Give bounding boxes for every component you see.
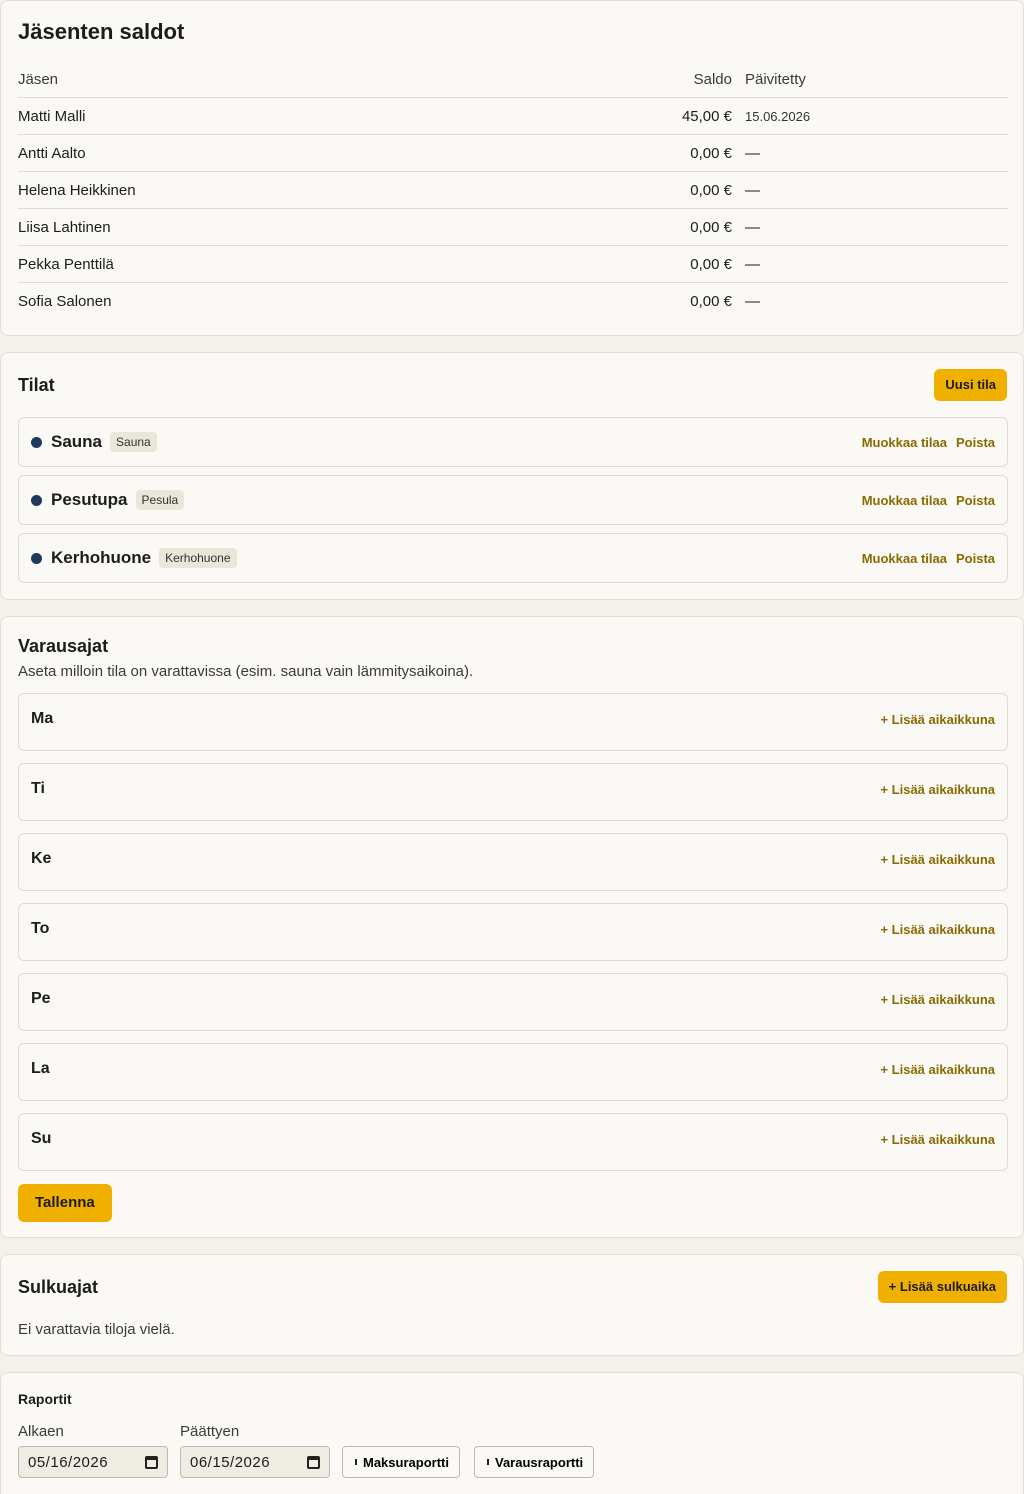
- column-header-updated: Päivitetty: [745, 70, 806, 88]
- space-color-dot: [31, 494, 42, 506]
- day-label: Ke: [31, 850, 52, 867]
- member-balance: 45,00 €: [681, 107, 732, 125]
- member-balances-card: Jäsenten saldot Jäsen Saldo Päivitetty M…: [0, 0, 1024, 336]
- member-balance: 0,00 €: [690, 181, 732, 199]
- report-icon: [355, 1459, 357, 1465]
- space-type-badge: Pesula: [135, 490, 185, 510]
- table-row: Pekka Penttilä 0,00 € —: [18, 246, 1008, 283]
- add-time-window-link[interactable]: + Lisää aikaikkuna: [880, 992, 995, 1007]
- day-row-la: La + Lisää aikaikkuna: [18, 1043, 1008, 1101]
- member-updated: —: [745, 144, 760, 162]
- new-space-button[interactable]: Uusi tila: [934, 369, 1007, 401]
- space-item-sauna: Sauna Sauna Muokkaa tilaa Poista: [18, 417, 1008, 467]
- end-date-input[interactable]: 06/15/2026: [180, 1446, 330, 1478]
- start-date-input[interactable]: 05/16/2026: [18, 1446, 168, 1478]
- delete-space-link[interactable]: Poista: [956, 493, 995, 508]
- member-balance: 0,00 €: [690, 293, 732, 310]
- space-color-dot: [31, 552, 42, 564]
- column-header-balance: Saldo: [693, 70, 732, 88]
- booking-times-description: Aseta milloin tila on varattavissa (esim…: [18, 663, 474, 680]
- payment-report-label: Maksuraportti: [363, 1454, 449, 1470]
- booking-times-card: Varausajat Aseta milloin tila on varatta…: [0, 616, 1024, 1238]
- reports-title: Raportit: [18, 1391, 72, 1407]
- member-updated: —: [745, 255, 760, 273]
- calendar-icon[interactable]: [145, 1455, 158, 1469]
- member-balance: 0,00 €: [690, 255, 732, 273]
- add-time-window-link[interactable]: + Lisää aikaikkuna: [880, 712, 995, 727]
- day-row-su: Su + Lisää aikaikkuna: [18, 1113, 1008, 1171]
- add-time-window-link[interactable]: + Lisää aikaikkuna: [880, 852, 995, 867]
- report-icon: [487, 1459, 489, 1465]
- member-name: Liisa Lahtinen: [18, 218, 111, 236]
- add-time-window-link[interactable]: + Lisää aikaikkuna: [880, 1132, 995, 1147]
- day-row-to: To + Lisää aikaikkuna: [18, 903, 1008, 961]
- space-type-badge: Sauna: [110, 432, 157, 452]
- member-name: Helena Heikkinen: [18, 181, 136, 199]
- space-name: Sauna: [51, 432, 103, 451]
- calendar-icon[interactable]: [307, 1455, 320, 1469]
- member-updated: 15.06.2026: [745, 108, 811, 124]
- day-label: Su: [31, 1130, 52, 1147]
- end-date-value: 06/15/2026: [190, 1453, 271, 1471]
- day-label: Ma: [31, 710, 54, 727]
- member-name: Antti Aalto: [18, 144, 86, 162]
- column-header-member: Jäsen: [18, 70, 59, 88]
- day-row-pe: Pe + Lisää aikaikkuna: [18, 973, 1008, 1031]
- space-name: Pesutupa: [51, 490, 128, 509]
- table-row: Helena Heikkinen 0,00 € —: [18, 172, 1008, 209]
- start-date-label: Alkaen: [18, 1423, 64, 1440]
- day-label: Ti: [31, 780, 45, 797]
- balances-table: Jäsen Saldo Päivitetty Matti Malli 45,00…: [18, 61, 1008, 320]
- spaces-card: Tilat Uusi tila Sauna Sauna Muokkaa tila…: [0, 352, 1024, 600]
- member-name: Matti Malli: [18, 107, 86, 125]
- member-name: Sofia Salonen: [18, 293, 112, 310]
- day-row-ti: Ti + Lisää aikaikkuna: [18, 763, 1008, 821]
- save-button[interactable]: Tallenna: [18, 1184, 112, 1222]
- add-time-window-link[interactable]: + Lisää aikaikkuna: [880, 1062, 995, 1077]
- reports-card: Raportit Alkaen 05/16/2026 Päättyen 06/1…: [0, 1372, 1024, 1494]
- member-updated: —: [745, 181, 760, 199]
- space-type-badge: Kerhohuone: [159, 548, 237, 568]
- member-updated: —: [745, 218, 760, 236]
- end-date-label: Päättyen: [180, 1423, 240, 1440]
- table-row: Matti Malli 45,00 € 15.06.2026: [18, 98, 1008, 135]
- day-label: To: [31, 920, 50, 937]
- booking-times-title: Varausajat: [18, 636, 109, 656]
- delete-space-link[interactable]: Poista: [956, 551, 995, 566]
- day-row-ma: Ma + Lisää aikaikkuna: [18, 693, 1008, 751]
- delete-space-link[interactable]: Poista: [956, 435, 995, 450]
- member-name: Pekka Penttilä: [18, 255, 114, 273]
- spaces-title: Tilat: [18, 375, 55, 395]
- edit-space-link[interactable]: Muokkaa tilaa: [862, 551, 947, 566]
- booking-report-label: Varausraportti: [495, 1454, 584, 1470]
- start-date-value: 05/16/2026: [28, 1453, 109, 1471]
- edit-space-link[interactable]: Muokkaa tilaa: [862, 435, 947, 450]
- closures-card: Sulkuajat + Lisää sulkuaika Ei varattavi…: [0, 1254, 1024, 1356]
- table-header: Jäsen Saldo Päivitetty: [18, 61, 1008, 98]
- table-row: Antti Aalto 0,00 € —: [18, 135, 1008, 172]
- day-label: La: [31, 1060, 50, 1077]
- table-row: Liisa Lahtinen 0,00 € —: [18, 209, 1008, 246]
- day-label: Pe: [31, 990, 51, 1007]
- space-item-kerhohuone: Kerhohuone Kerhohuone Muokkaa tilaa Pois…: [18, 533, 1008, 583]
- add-time-window-link[interactable]: + Lisää aikaikkuna: [880, 922, 995, 937]
- table-row: Sofia Salonen 0,00 € —: [18, 283, 1008, 320]
- payment-report-button[interactable]: Maksuraportti: [342, 1446, 460, 1478]
- member-updated: —: [745, 293, 760, 310]
- space-name: Kerhohuone: [51, 548, 152, 567]
- add-closure-button[interactable]: + Lisää sulkuaika: [877, 1271, 1007, 1303]
- edit-space-link[interactable]: Muokkaa tilaa: [862, 493, 947, 508]
- page-title: Jäsenten saldot: [18, 19, 185, 44]
- closures-empty-text: Ei varattavia tiloja vielä.: [18, 1321, 175, 1338]
- space-item-pesutupa: Pesutupa Pesula Muokkaa tilaa Poista: [18, 475, 1008, 525]
- member-balance: 0,00 €: [690, 144, 732, 162]
- closures-title: Sulkuajat: [18, 1277, 99, 1297]
- space-color-dot: [31, 436, 42, 448]
- booking-report-button[interactable]: Varausraportti: [474, 1446, 595, 1478]
- add-time-window-link[interactable]: + Lisää aikaikkuna: [880, 782, 995, 797]
- member-balance: 0,00 €: [690, 218, 732, 236]
- day-row-ke: Ke + Lisää aikaikkuna: [18, 833, 1008, 891]
